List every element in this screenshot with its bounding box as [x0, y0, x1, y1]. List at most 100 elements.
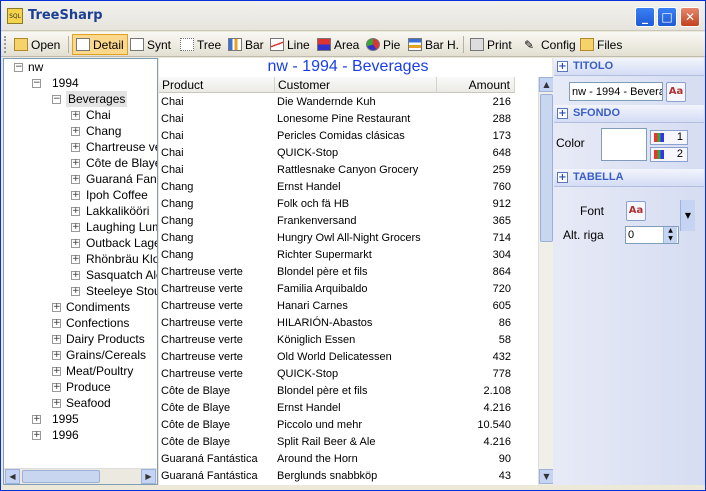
table-row[interactable]: Chartreuse verte Hanari Carnes 605: [159, 298, 515, 315]
expand-icon[interactable]: +: [71, 239, 80, 248]
expand-section-icon[interactable]: +: [557, 61, 568, 72]
table-row[interactable]: Chai Lonesome Pine Restaurant 288: [159, 111, 515, 128]
table-row[interactable]: Côte de Blaye Ernst Handel 4.216: [159, 400, 515, 417]
title-font-button[interactable]: Aa: [666, 82, 686, 102]
tree-node-product[interactable]: Ipoh Coffee: [86, 187, 148, 203]
column-header-amount[interactable]: Amount: [437, 77, 515, 93]
bar-chart-button[interactable]: Bar: [225, 34, 267, 55]
config-button[interactable]: ✎ Config: [521, 34, 579, 55]
tree-node-product[interactable]: Outback Lager: [86, 235, 157, 251]
column-header-product[interactable]: Product: [159, 77, 275, 93]
tree-node-category-selected[interactable]: Beverages: [66, 91, 128, 107]
expand-icon[interactable]: +: [71, 143, 80, 152]
expand-icon[interactable]: +: [52, 303, 61, 312]
table-row[interactable]: Côte de Blaye Piccolo und mehr 10.540: [159, 417, 515, 434]
tree-node-category[interactable]: Grains/Cereals: [66, 347, 146, 363]
table-row[interactable]: Chai Rattlesnake Canyon Grocery 259: [159, 162, 515, 179]
tree-node-category[interactable]: Confections: [66, 315, 129, 331]
column-header-customer[interactable]: Customer: [275, 77, 437, 93]
expand-icon[interactable]: +: [71, 271, 80, 280]
expand-icon[interactable]: +: [52, 335, 61, 344]
section-titolo[interactable]: + TITOLO: [554, 58, 704, 76]
expand-icon[interactable]: +: [52, 383, 61, 392]
tree-node-category[interactable]: Produce: [66, 379, 111, 395]
table-row[interactable]: Chartreuse verte Familia Arquibaldo 720: [159, 281, 515, 298]
color-1-button[interactable]: 1: [650, 130, 688, 145]
tree-node-product[interactable]: Chai: [86, 107, 111, 123]
table-row[interactable]: Chang Ernst Handel 760: [159, 179, 515, 196]
expand-icon[interactable]: +: [71, 287, 80, 296]
tree-node-category[interactable]: Condiments: [66, 299, 130, 315]
horizontal-bar-button[interactable]: Bar H.: [405, 34, 462, 55]
tree-node-category[interactable]: Meat/Poultry: [66, 363, 133, 379]
expand-icon[interactable]: +: [71, 159, 80, 168]
tree-node-product[interactable]: Laughing Lumberjack: [86, 219, 157, 235]
table-row[interactable]: Chartreuse verte Blondel père et fils 864: [159, 264, 515, 281]
tree-node-product[interactable]: Sasquatch Ale: [86, 267, 157, 283]
tree-node-year[interactable]: 1995: [52, 411, 79, 427]
table-row[interactable]: Chang Folk och fä HB 912: [159, 196, 515, 213]
expand-icon[interactable]: +: [52, 351, 61, 360]
table-row[interactable]: Chartreuse verte QUICK-Stop 778: [159, 366, 515, 383]
expand-icon[interactable]: +: [71, 255, 80, 264]
table-row[interactable]: Côte de Blaye Split Rail Beer & Ale 4.216: [159, 434, 515, 451]
table-row[interactable]: Côte de Blaye Blondel père et fils 2.108: [159, 383, 515, 400]
expand-icon[interactable]: +: [71, 111, 80, 120]
tree-node-product[interactable]: Chartreuse verte: [86, 139, 157, 155]
line-chart-button[interactable]: Line: [267, 34, 313, 55]
tree-node-product[interactable]: Guaraná Fantástica: [86, 171, 157, 187]
scroll-thumb[interactable]: [22, 470, 100, 483]
table-row[interactable]: Chai Pericles Comidas clásicas 173: [159, 128, 515, 145]
tree-horizontal-scrollbar[interactable]: ◀ ▶: [4, 468, 157, 484]
table-row[interactable]: Chang Hungry Owl All-Night Grocers 714: [159, 230, 515, 247]
detail-button[interactable]: Detail: [72, 34, 128, 55]
expand-icon[interactable]: +: [71, 191, 80, 200]
table-row[interactable]: Chartreuse verte Königlich Essen 58: [159, 332, 515, 349]
print-button[interactable]: Print: [467, 34, 515, 55]
tree-node-year[interactable]: 1994: [52, 75, 79, 91]
scroll-up-icon[interactable]: ▲: [539, 77, 554, 92]
collapse-icon[interactable]: −: [32, 79, 41, 88]
tree-node-product[interactable]: Côte de Blaye: [86, 155, 157, 171]
expand-icon[interactable]: +: [52, 399, 61, 408]
maximize-button[interactable]: □: [657, 7, 677, 27]
expand-icon[interactable]: +: [32, 431, 41, 440]
scroll-right-icon[interactable]: ▶: [141, 469, 156, 484]
tree-node-root[interactable]: nw: [28, 59, 43, 75]
table-row[interactable]: Chartreuse verte Old World Delicatessen 43…: [159, 349, 515, 366]
table-row[interactable]: Guaraná Fantástica Around the Horn 90: [159, 451, 515, 468]
color-2-button[interactable]: 2: [650, 147, 688, 162]
minimize-button[interactable]: _: [635, 7, 655, 27]
open-button[interactable]: Open: [11, 34, 63, 55]
expand-icon[interactable]: +: [71, 223, 80, 232]
section-tabella[interactable]: + TABELLA: [554, 169, 704, 187]
scroll-thumb[interactable]: [540, 94, 553, 242]
tree-node-category[interactable]: Dairy Products: [66, 331, 145, 347]
scroll-left-icon[interactable]: ◀: [5, 469, 20, 484]
expand-section-icon[interactable]: +: [557, 172, 568, 183]
close-button[interactable]: ✕: [680, 7, 700, 27]
table-row[interactable]: Chai Die Wandernde Kuh 216: [159, 94, 515, 111]
category-tree[interactable]: − nw − 1994 − Beverages + Chai + Chang +…: [3, 58, 158, 485]
expand-icon[interactable]: +: [52, 367, 61, 376]
tree-node-category[interactable]: Seafood: [66, 395, 111, 411]
table-row[interactable]: Chai QUICK-Stop 648: [159, 145, 515, 162]
expand-icon[interactable]: +: [32, 415, 41, 424]
row-height-stepper[interactable]: ▲ ▼: [663, 227, 677, 243]
expand-section-icon[interactable]: +: [557, 108, 568, 119]
collapse-icon[interactable]: −: [52, 95, 61, 104]
tree-node-product[interactable]: Chang: [86, 123, 121, 139]
scroll-down-icon[interactable]: ▼: [539, 469, 554, 484]
table-row[interactable]: Guaraná Fantástica Berglunds snabbköp 43: [159, 468, 515, 485]
collapse-icon[interactable]: −: [14, 63, 23, 72]
section-sfondo[interactable]: + SFONDO: [554, 105, 704, 123]
table-row[interactable]: Chang Richter Supermarkt 304: [159, 247, 515, 264]
tree-node-product[interactable]: Lakkalikööri: [86, 203, 149, 219]
title-input[interactable]: nw - 1994 - Beverages: [569, 82, 663, 101]
chevron-down-icon[interactable]: ▼: [680, 200, 695, 231]
tree-node-product[interactable]: Rhönbräu Klosterbier: [86, 251, 157, 267]
expand-icon[interactable]: +: [71, 127, 80, 136]
color-picker[interactable]: ▼: [601, 128, 695, 231]
pie-chart-button[interactable]: Pie: [363, 34, 403, 55]
table-row[interactable]: Chang Frankenversand 365: [159, 213, 515, 230]
